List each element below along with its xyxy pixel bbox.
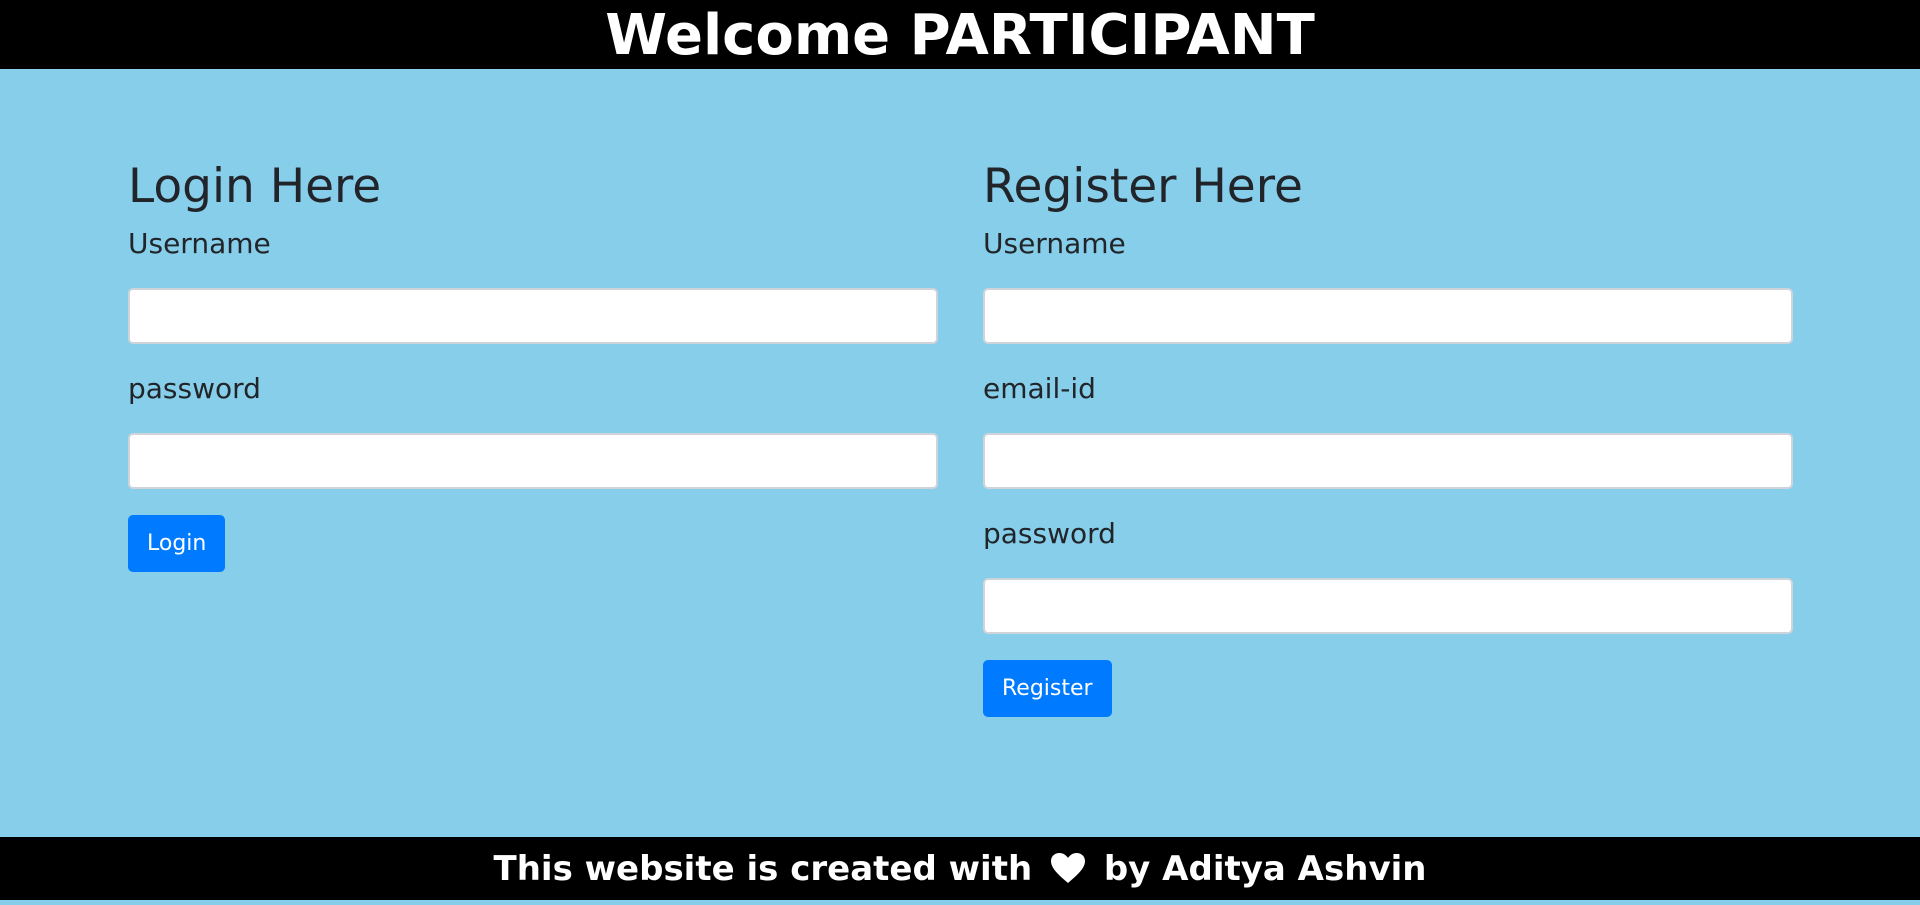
login-password-label: password [128,372,261,405]
register-heading: Register Here [983,159,1303,214]
register-password-label: password [983,517,1116,550]
register-username-input[interactable] [983,288,1793,344]
login-password-input[interactable] [128,433,938,489]
login-username-input[interactable] [128,288,938,344]
login-heading: Login Here [128,159,382,214]
register-username-label: Username [983,227,1126,260]
login-button[interactable]: Login [128,515,226,572]
register-email-label: email-id [983,372,1096,405]
register-password-input[interactable] [983,578,1793,634]
register-button[interactable]: Register [983,660,1112,717]
login-username-label: Username [128,227,271,260]
register-form: Register Here Username email-id password… [983,150,1793,717]
page-title: Welcome PARTICIPANT [605,3,1315,68]
footer-text-before: This website is created with [493,849,1033,889]
footer-text-after: by Aditya Ashvin [1103,849,1427,889]
page-footer: This website is created with by Aditya A… [0,837,1920,900]
page-header: Welcome PARTICIPANT [0,0,1920,69]
login-form: Login Here Username password Login [128,150,938,572]
heart-icon [1050,841,1086,905]
register-email-input[interactable] [983,433,1793,489]
